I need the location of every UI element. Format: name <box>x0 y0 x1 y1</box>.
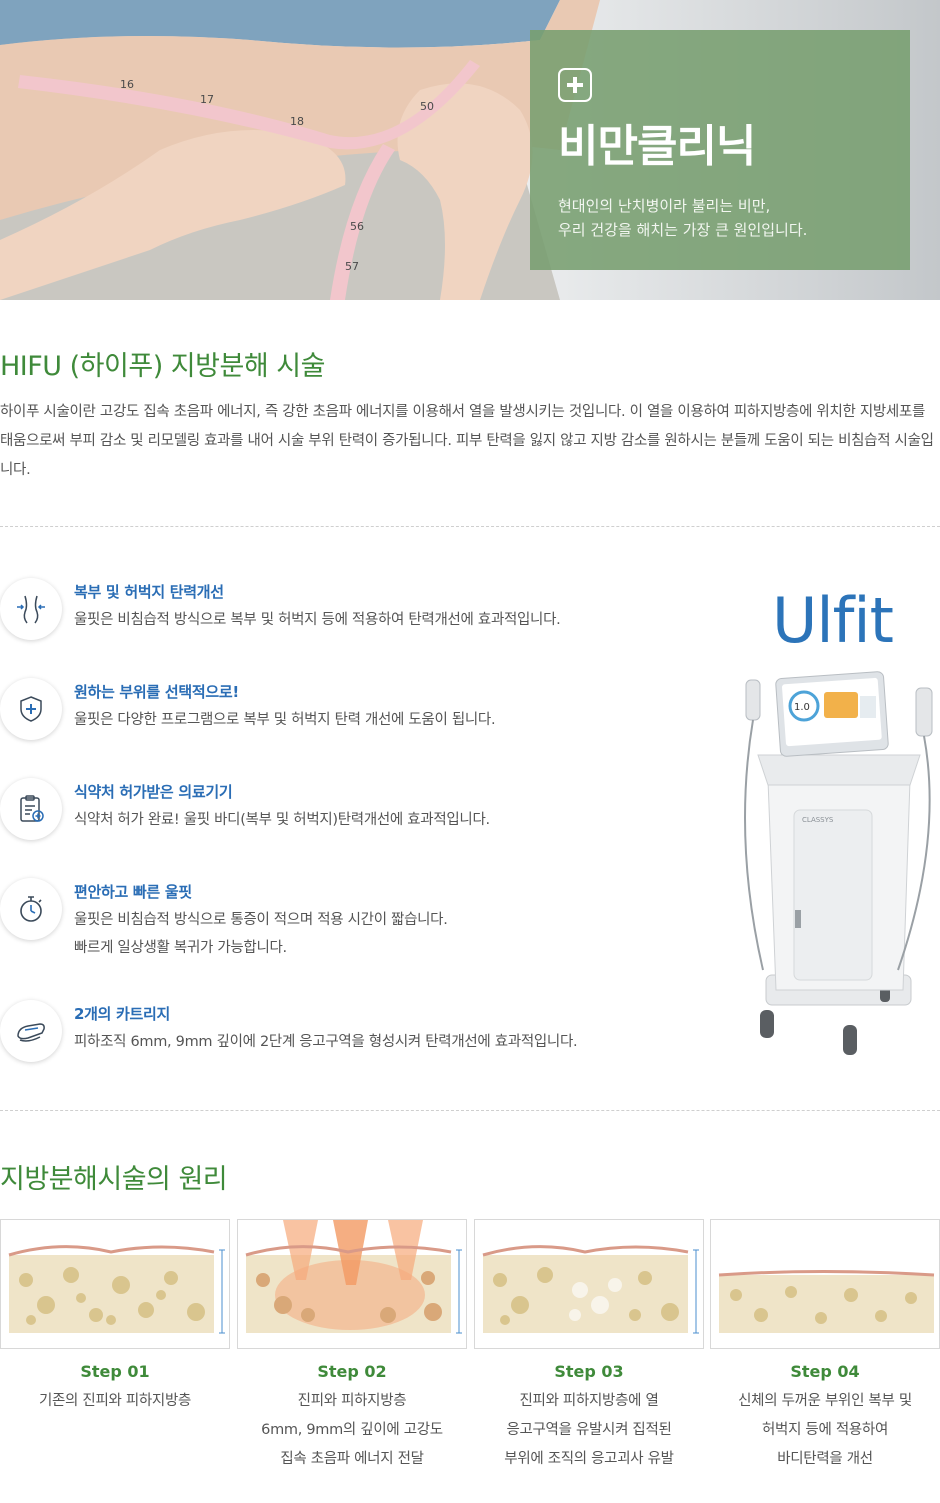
feature-title: 복부 및 허벅지 탄력개선 <box>74 583 224 601</box>
body-contour-icon <box>0 578 62 640</box>
ulfit-logo: Ulfit <box>772 584 894 657</box>
divider <box>0 526 940 527</box>
feature-item: 원하는 부위를 선택적으로! 울핏은 다양한 프로그램으로 복부 및 허벅지 탄… <box>0 678 700 748</box>
step-label: Step 03 <box>554 1362 624 1381</box>
divider <box>0 1110 940 1111</box>
feature-desc: 식약처 허가 완료! 울핏 바디(복부 및 허벅지)탄력개선에 효과적입니다. <box>74 812 490 828</box>
step-desc: 신체의 두꺼운 부위인 복부 및 허벅지 등에 적용하여 바디탄력을 개선 <box>738 1393 912 1467</box>
feature-title: 2개의 카트리지 <box>74 1005 171 1023</box>
step-card: Step 02 진피와 피하지방층 6mm, 9mm의 깊이에 고강도 집속 초… <box>237 1219 467 1474</box>
step-illustration <box>474 1219 704 1349</box>
ulfit-device-image: CLASSYS 1.0 <box>744 671 933 1055</box>
feature-title: 식약처 허가받은 의료기기 <box>74 783 233 801</box>
feature-title: 원하는 부위를 선택적으로! <box>74 683 239 701</box>
stopwatch-icon <box>0 878 62 940</box>
svg-text:57: 57 <box>345 260 359 273</box>
hero-panel: 비만클리닉 현대인의 난치병이라 불리는 비만, 우리 건강을 해치는 가장 큰… <box>530 30 910 270</box>
feature-item: 식약처 허가받은 의료기기 식약처 허가 완료! 울핏 바디(복부 및 허벅지)… <box>0 778 700 848</box>
svg-text:16: 16 <box>120 78 134 91</box>
step-illustration <box>0 1219 230 1349</box>
step-desc: 진피와 피하지방층에 열 응고구역을 유발시켜 집적된 부위에 조직의 응고괴사… <box>504 1393 674 1467</box>
step-desc: 진피와 피하지방층 6mm, 9mm의 깊이에 고강도 집속 초음파 에너지 전… <box>261 1393 443 1467</box>
step-illustration <box>237 1219 467 1349</box>
step-desc: 기존의 진피와 피하지방층 <box>38 1393 192 1409</box>
step-card: Step 01 기존의 진피와 피하지방층 <box>0 1219 230 1416</box>
hero-banner: 16 17 18 50 56 57 비만클리닉 현대인의 난치병이라 불리는 비만, 우… <box>0 0 940 300</box>
hifu-description: 하이푸 시술이란 고강도 집속 초음파 에너지, 즉 강한 초음파 에너지를 이… <box>0 404 934 478</box>
principle-section-title: 지방분해시술의 원리 <box>0 1164 228 1195</box>
feature-item: 편안하고 빠른 울핏 울핏은 비침습적 방식으로 통증이 적으며 적용 시간이 … <box>0 878 700 956</box>
device-maker-label: CLASSYS <box>802 816 834 824</box>
feature-desc: 울핏은 비침습적 방식으로 통증이 적으며 적용 시간이 짧습니다. 빠르게 일… <box>74 912 448 956</box>
svg-text:17: 17 <box>200 93 214 106</box>
feature-desc: 피하조직 6mm, 9mm 깊이에 2단계 응고구역을 형성시켜 탄력개선에 효… <box>74 1034 578 1050</box>
step-label: Step 01 <box>80 1362 150 1381</box>
shield-plus-icon <box>0 678 62 740</box>
page-title: 비만클리닉 <box>558 121 756 172</box>
hifu-section-title: HIFU (하이푸) 지방분해 시술 <box>0 351 325 382</box>
svg-text:18: 18 <box>290 115 304 128</box>
feature-item: 복부 및 허벅지 탄력개선 울핏은 비침습적 방식으로 복부 및 허벅지 등에 … <box>0 578 700 648</box>
feature-title: 편안하고 빠른 울핏 <box>74 883 192 901</box>
step-label: Step 02 <box>317 1362 387 1381</box>
svg-text:56: 56 <box>350 220 364 233</box>
device-screen-value: 1.0 <box>794 702 810 713</box>
medical-plus-icon <box>558 68 592 102</box>
cartridge-icon <box>0 1000 62 1062</box>
hero-subtitle: 현대인의 난치병이라 불리는 비만, 우리 건강을 해치는 가장 큰 원인입니다… <box>558 197 808 239</box>
svg-text:50: 50 <box>420 100 434 113</box>
feature-desc: 울핏은 다양한 프로그램으로 복부 및 허벅지 탄력 개선에 도움이 됩니다. <box>74 712 496 728</box>
step-illustration <box>710 1219 940 1349</box>
feature-item: 2개의 카트리지 피하조직 6mm, 9mm 깊이에 2단계 응고구역을 형성시… <box>0 1000 700 1070</box>
step-card: Step 03 진피와 피하지방층에 열 응고구역을 유발시켜 집적된 부위에 … <box>474 1219 704 1474</box>
step-card: Step 04 신체의 두꺼운 부위인 복부 및 허벅지 등에 적용하여 바디탄… <box>710 1219 940 1474</box>
clipboard-cert-icon <box>0 778 62 840</box>
feature-desc: 울핏은 비침습적 방식으로 복부 및 허벅지 등에 적용하여 탄력개선에 효과적… <box>74 612 561 628</box>
step-label: Step 04 <box>790 1362 860 1381</box>
